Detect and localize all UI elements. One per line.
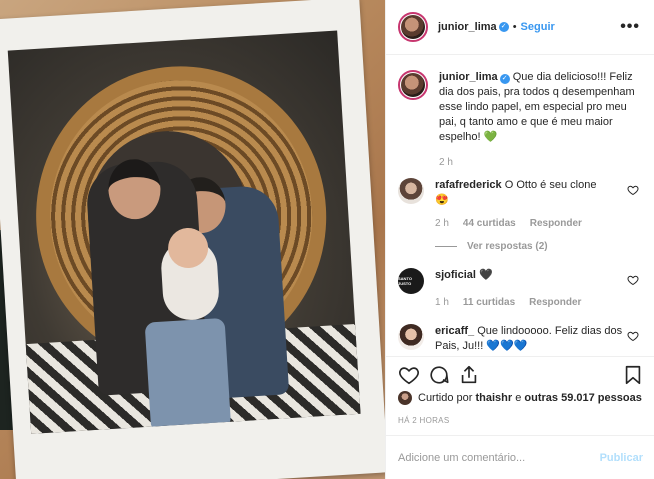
comment-username[interactable]: rafafrederick	[435, 179, 502, 191]
post-actions	[386, 356, 654, 386]
post-image[interactable]	[0, 0, 385, 479]
replies-divider	[435, 246, 457, 247]
verified-badge-icon: ✓	[499, 74, 510, 84]
liker-avatar[interactable]	[398, 391, 412, 405]
reply-button[interactable]: Responder	[530, 216, 582, 231]
comment-item: ericaff_ Que lindooooo. Feliz dias dos P…	[398, 324, 643, 354]
liked-by-others[interactable]: outras 59.017 pessoas	[524, 392, 641, 404]
follow-button[interactable]: Seguir	[521, 21, 555, 33]
post-sidebar: junior_lima ✓ • Seguir ••• junior_lima ✓ …	[385, 0, 654, 479]
commenter-avatar[interactable]: SANTO JUSTO	[398, 268, 424, 294]
comment-like-heart-icon[interactable]	[627, 184, 639, 196]
comment-text: O Otto é seu clone	[504, 179, 597, 191]
author-username[interactable]: junior_lima	[438, 21, 497, 33]
more-options-icon[interactable]: •••	[620, 18, 640, 36]
liked-by-middle: e	[515, 392, 522, 404]
comment-likes[interactable]: 11 curtidas	[463, 295, 515, 310]
reply-button[interactable]: Responder	[529, 295, 581, 310]
caption-time[interactable]: 2 h	[439, 155, 453, 170]
comment-like-heart-icon[interactable]	[627, 274, 639, 286]
share-icon[interactable]	[458, 364, 480, 386]
commenter-avatar[interactable]	[398, 324, 424, 350]
liked-by: Curtido por thaishr e outras 59.017 pess…	[398, 391, 642, 405]
comment-emoji: 🖤	[479, 269, 493, 281]
publish-button[interactable]: Publicar	[600, 452, 643, 464]
heart-icon[interactable]	[398, 364, 420, 386]
header-separator: •	[512, 21, 517, 33]
bookmark-icon[interactable]	[622, 364, 644, 386]
view-replies-button[interactable]: Ver respostas (2)	[435, 239, 643, 254]
add-comment-bar: Publicar	[386, 435, 654, 479]
caption-username[interactable]: junior_lima	[439, 71, 498, 83]
commenter-avatar[interactable]	[398, 178, 424, 204]
comments-list[interactable]: junior_lima ✓ Que dia delicioso!!! Feliz …	[386, 56, 654, 356]
comment-input[interactable]	[398, 451, 600, 464]
caption: junior_lima ✓ Que dia delicioso!!! Feliz …	[398, 70, 643, 170]
author-avatar[interactable]	[398, 12, 428, 42]
comment-likes[interactable]: 44 curtidas	[463, 216, 516, 231]
green-heart-emoji: 💚	[483, 131, 498, 143]
post-header: junior_lima ✓ • Seguir •••	[386, 0, 654, 55]
blue-hearts-emoji: 💙💙💙	[486, 340, 528, 352]
comment-item: SANTO JUSTO sjoficial 🖤 1 h 11 curtidas …	[398, 268, 643, 310]
caption-avatar[interactable]	[398, 70, 428, 100]
liked-by-prefix: Curtido por	[418, 392, 473, 404]
comment-time[interactable]: 2 h	[435, 216, 449, 231]
comment-like-heart-icon[interactable]	[627, 330, 639, 342]
polaroid-picture	[7, 30, 361, 434]
comment-icon[interactable]	[428, 364, 450, 386]
comment-emoji: 😍	[435, 194, 449, 206]
view-replies-label: Ver respostas (2)	[467, 241, 548, 252]
post-timestamp[interactable]: HÁ 2 HORAS	[398, 416, 449, 425]
verified-badge-icon: ✓	[498, 22, 509, 32]
polaroid-frame	[0, 0, 385, 479]
comment-username[interactable]: sjoficial	[435, 269, 476, 281]
comment-item: rafafrederick O Otto é seu clone 😍 2 h 4…	[398, 178, 643, 254]
comment-time[interactable]: 1 h	[435, 295, 449, 310]
comment-username[interactable]: ericaff_	[435, 325, 474, 337]
liked-by-user[interactable]: thaishr	[475, 392, 512, 404]
